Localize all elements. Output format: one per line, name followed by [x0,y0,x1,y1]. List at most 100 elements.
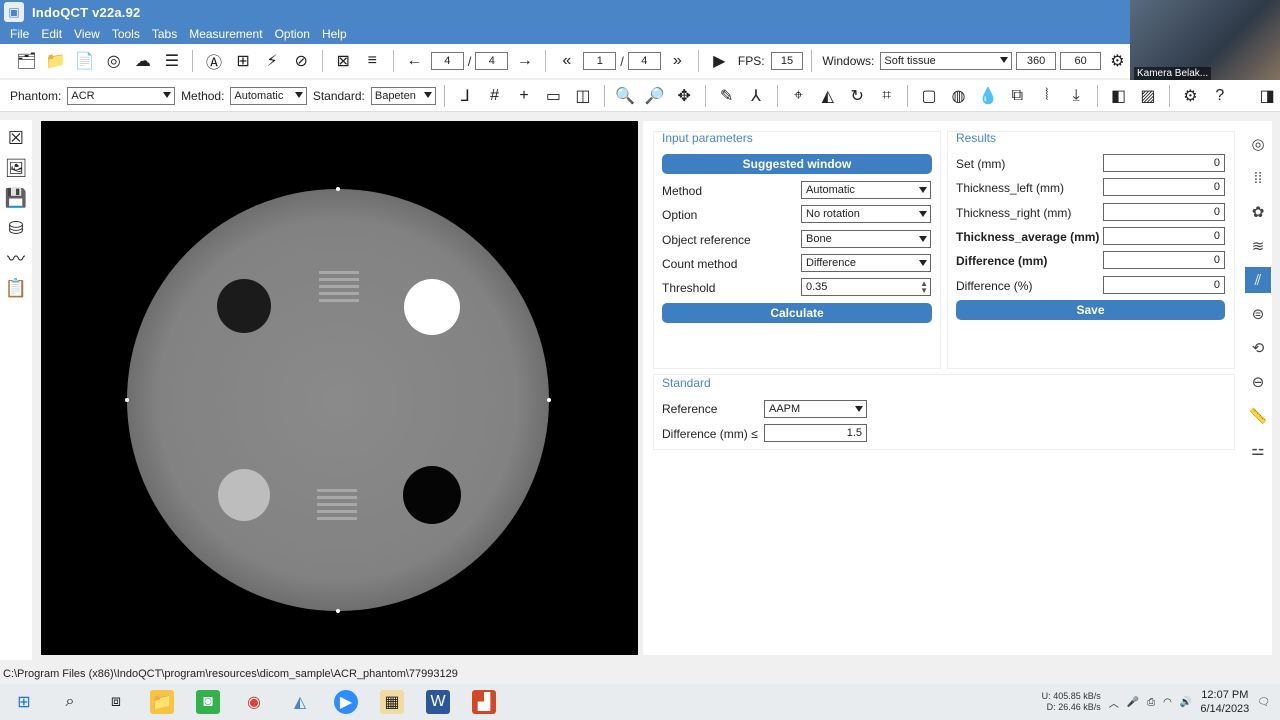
panel-toggle-icon[interactable]: ◨ [1255,84,1280,108]
target-icon[interactable]: ⌖ [786,84,811,108]
hatch-icon[interactable]: ▨ [1135,84,1160,108]
compass-icon[interactable]: ⅄ [743,84,768,108]
gear-icon[interactable]: ⚙ [1105,49,1130,73]
monitor-icon[interactable]: ▭ [541,84,566,108]
crop-icon[interactable]: ⌗ [874,84,899,108]
menu-file[interactable]: File [4,27,35,41]
report-icon[interactable]: 📋 [3,276,29,300]
wifi-icon[interactable]: ◠ [1163,697,1172,708]
ellipse-icon[interactable]: ⊖ [1245,369,1271,395]
invert-icon[interactable]: ◧ [1106,84,1131,108]
menu-tools[interactable]: Tools [106,27,146,41]
rotate-icon[interactable]: ↻ [845,84,870,108]
word-icon[interactable]: W [426,690,450,714]
grid-icon[interactable]: # [482,84,507,108]
prev-series-icon[interactable]: « [554,49,579,73]
save-button[interactable]: Save [956,300,1225,320]
waves-icon[interactable]: ⦚ [1034,84,1059,108]
flip-icon[interactable]: ◭ [815,84,840,108]
cd-icon[interactable]: ◎ [101,49,126,73]
settings-icon[interactable]: ⚙ [1178,84,1203,108]
app-green-icon[interactable]: ◙ [196,690,220,714]
list-icon[interactable]: ☰ [159,49,184,73]
standard-select[interactable]: Bapeten [370,86,436,105]
indoqct-icon[interactable]: ◭ [288,690,312,714]
windows-start-icon[interactable]: ⊞ [12,690,36,714]
zoom-icon[interactable]: 🔍 [613,84,638,108]
search-icon[interactable]: ⌕ [58,690,82,714]
series-current-field[interactable]: 1 [583,52,617,70]
lightning-icon[interactable]: ⚡ [260,49,285,73]
cancel-circle-icon[interactable]: ⊘ [289,49,314,73]
slice-thickness-icon[interactable]: ⫽ [1245,267,1271,293]
image-icon[interactable]: 🖼 [3,156,29,180]
option-param-select[interactable]: No rotation [801,205,931,223]
save-icon[interactable]: 💾 [3,186,29,210]
next-series-icon[interactable]: » [665,49,690,73]
difference-threshold-field[interactable]: 1.5 [764,424,867,442]
menu-view[interactable]: View [68,27,106,41]
suggested-window-button[interactable]: Suggested window [662,154,932,174]
image-viewer[interactable] [41,121,638,655]
cloud-upload-icon[interactable]: ☁ [130,49,155,73]
chevron-up-icon[interactable]: ︿ [1109,695,1119,710]
zoom-region-icon[interactable]: 🔎 [642,84,667,108]
crosshair-icon[interactable]: + [511,84,536,108]
phantom-select[interactable]: ACR [67,86,176,105]
circle-grid-icon[interactable]: ◍ [946,84,971,108]
pdf-icon[interactable]: ▟ [472,690,496,714]
file-explorer-icon[interactable]: 📁 [150,690,174,714]
calculate-button[interactable]: Calculate [662,303,932,323]
menu-edit[interactable]: Edit [35,27,68,41]
menu-measurement[interactable]: Measurement [183,27,268,41]
split-view-icon[interactable]: ◫ [570,84,595,108]
database-icon[interactable]: ⛁ [3,216,29,240]
slice-current-field[interactable]: 4 [430,52,464,70]
close-image-icon[interactable]: ☒ [3,126,29,150]
menu-tabs[interactable]: Tabs [146,27,183,41]
puzzle-icon[interactable]: ⧉ [1005,84,1030,108]
ct-number-icon[interactable]: ◎ [1245,131,1271,157]
pie-icon[interactable]: ✿ [1245,199,1271,225]
layers-icon[interactable]: ⚍ [1245,437,1271,463]
text-icon[interactable]: Ⓐ [201,49,226,73]
prev-slice-icon[interactable]: ← [402,49,427,73]
zoom-app-icon[interactable]: ▶ [334,690,358,714]
count-method-select[interactable]: Difference [801,254,931,272]
help-icon[interactable]: ? [1207,84,1232,108]
open-folder-stack-icon[interactable]: 🗂 [14,49,39,73]
open-folder-icon[interactable]: 📁 [43,49,68,73]
next-slice-icon[interactable]: → [512,49,537,73]
dot-grid-icon[interactable]: ⁞⁞ [1245,165,1271,191]
printer-icon[interactable]: ⎙ [1147,697,1155,708]
calculator-icon[interactable]: ▦ [380,690,404,714]
notification-icon[interactable]: 🗨 [1257,697,1270,708]
spinner-arrows-icon[interactable]: ▲ ▼ [920,280,928,295]
drop-icon[interactable]: 💧 [975,84,1000,108]
fps-field[interactable]: 15 [770,52,804,70]
rectangle-roi-icon[interactable]: ▢ [916,84,941,108]
no-image-icon[interactable]: ⊠ [331,49,356,73]
windows-select[interactable]: Soft tissue [880,52,1012,70]
open-file-icon[interactable]: 📄 [72,49,97,73]
menu-help[interactable]: Help [316,27,353,41]
window-width-field[interactable]: 360 [1015,52,1057,70]
pan-icon[interactable]: ✥ [671,84,696,108]
chrome-icon[interactable]: ◉ [242,690,266,714]
ruler-icon[interactable]: 📏 [1245,403,1271,429]
cylinder-icon[interactable]: ⊜ [1245,301,1271,327]
menu-option[interactable]: Option [269,27,316,41]
volume-icon[interactable]: 🔊 [1180,697,1192,708]
window-level-field[interactable]: 60 [1060,52,1101,70]
refresh-circle-icon[interactable]: ⟲ [1245,335,1271,361]
stripes-icon[interactable]: ≋ [1245,233,1271,259]
reference-select[interactable]: AAPM [764,400,867,418]
method-select[interactable]: Automatic [230,86,307,105]
method-param-select[interactable]: Automatic [801,181,931,199]
sort-icon[interactable]: ≡ [360,49,385,73]
task-view-icon[interactable]: ⧈ [104,690,128,714]
clock[interactable]: 12:07 PM 6/14/2023 [1200,688,1249,716]
microphone-icon[interactable]: 🎤 [1127,697,1139,708]
threshold-spinbox[interactable]: 0.35 ▲ ▼ [801,278,931,296]
edit-icon[interactable]: ✎ [714,84,739,108]
